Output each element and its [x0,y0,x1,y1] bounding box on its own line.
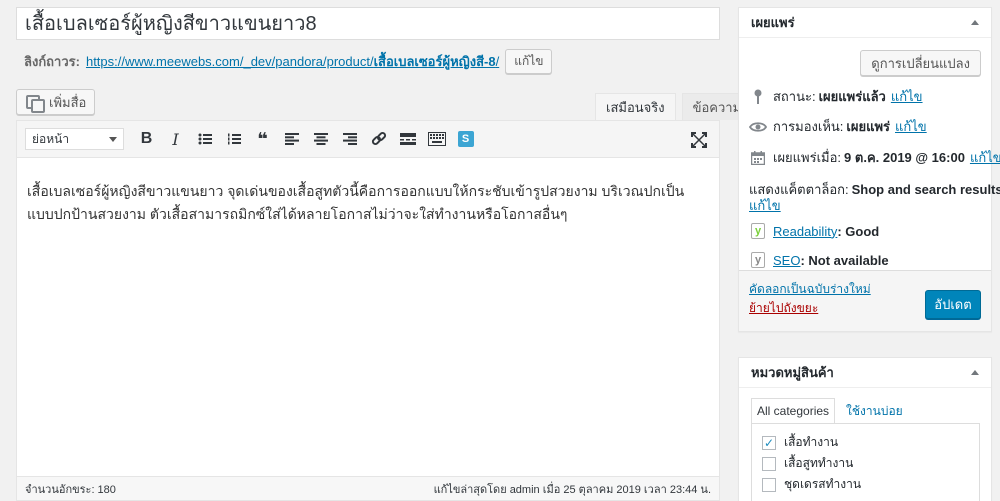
edit-catalog-link[interactable]: แก้ไข [749,195,781,216]
category-item[interactable]: เสื้อสูททำงาน [762,453,969,474]
format-select-value: ย่อหน้า [32,131,70,146]
catalog-visibility-value: Shop and search results [851,182,1000,197]
tab-most-used[interactable]: ใช้งานบ่อย [841,398,908,424]
category-item[interactable]: ✓ เสื้อทำงาน [762,432,969,453]
readability-value: : Good [837,223,880,239]
copy-to-draft-link[interactable]: คัดลอกเป็นฉบับร่างใหม่ [749,280,871,299]
toolbar-toggle-icon[interactable] [422,125,451,153]
read-more-icon[interactable] [393,125,422,153]
permalink-link[interactable]: https://www.meewebs.com/_dev/pandora/pro… [86,51,499,72]
word-count: จำนวนอักขระ: 180 [25,483,116,496]
shortcode-glyph: S [457,131,474,147]
shortcode-s-icon[interactable]: S [451,125,480,153]
catalog-edit-row: แก้ไข [749,195,781,216]
calendar-icon [749,150,767,166]
update-button[interactable]: อัปเดต [925,290,981,319]
status-row: สถานะ: เผยแพร่แล้ว แก้ไข [749,86,923,107]
bold-icon[interactable]: B [132,125,161,153]
align-center-icon[interactable] [306,125,335,153]
editor-tabs: เสมือนจริง ข้อความ [589,93,753,120]
publish-box-header[interactable]: เผยแพร่ [739,8,991,38]
last-edited: แก้ไขล่าสุดโดย admin เมื่อ 25 ตุลาคม 201… [433,483,711,496]
quote-glyph: ❝ [257,128,268,149]
italic-glyph: I [172,129,179,149]
add-media-button[interactable]: เพิ่มสื่อ [16,89,96,115]
checkmark-icon: ✓ [763,435,775,450]
publish-box-title: เผยแพร่ [751,15,795,30]
tab-visual[interactable]: เสมือนจริง [595,93,676,120]
categories-box-title: หมวดหมู่สินค้า [751,365,834,380]
collapse-toggle-icon[interactable] [971,370,979,375]
bullet-list-icon[interactable] [190,125,219,153]
status-label: สถานะ: [773,89,816,104]
category-checkbox[interactable] [762,456,776,471]
category-checkbox[interactable] [762,477,776,492]
bold-glyph: B [140,130,153,147]
italic-icon[interactable]: I [161,125,190,153]
publish-date-label: เผยแพร่เมื่อ: [773,150,842,165]
editor-statusbar: จำนวนอักขระ: 180 แก้ไขล่าสุดโดย admin เม… [17,476,719,500]
edit-date-link[interactable]: แก้ไข [970,147,1000,168]
editor-content[interactable]: เสื้อเบลเซอร์ผู้หญิงสีขาวแขนยาว จุดเด่นข… [17,158,719,236]
seo-link[interactable]: SEO [773,253,800,268]
editor: ย่อหน้า B I ❝ S เสื้อเบลเซอร์ผู้หญิงสีขา… [16,120,720,501]
seo-row: y SEO : Not available [749,252,889,268]
catalog-visibility-row: แสดงแค็ตตาล็อก: Shop and search results [749,179,1000,200]
permalink-row: ลิงก์ถาวร: https://www.meewebs.com/_dev/… [24,48,553,74]
category-tabs: All categories ใช้งานบ่อย [751,398,908,424]
category-label: เสื้อสูททำงาน [784,456,854,470]
format-select[interactable]: ย่อหน้า [25,128,124,150]
permalink-tail: / [495,53,500,69]
media-icon [25,94,45,113]
readability-link[interactable]: Readability [773,224,837,239]
publish-date-value: 9 ต.ค. 2019 @ 16:00 [844,150,965,165]
eye-icon [749,119,767,135]
visibility-value: เผยแพร่ [846,119,890,134]
visibility-label: การมองเห็น: [773,119,844,134]
move-to-trash-link[interactable]: ย้ายไปถังขยะ [749,299,818,318]
edit-slug-button[interactable]: แก้ไข [505,48,553,74]
category-label: ชุดเดรสทำงาน [784,477,862,491]
visibility-row: การมองเห็น: เผยแพร่ แก้ไข [749,116,927,137]
collapse-toggle-icon[interactable] [971,20,979,25]
pin-icon [749,89,767,105]
publish-actions: คัดลอกเป็นฉบับร่างใหม่ ย้ายไปถังขยะ อัปเ… [739,270,991,331]
link-icon[interactable] [364,125,393,153]
fullscreen-icon[interactable] [684,126,713,154]
category-label: เสื้อทำงาน [784,435,839,449]
chevron-down-icon [109,136,117,142]
permalink-slug: เสื้อเบลเซอร์ผู้หญิงสี-8 [373,53,496,69]
align-right-icon[interactable] [335,125,364,153]
tab-all-categories[interactable]: All categories [751,398,836,424]
numbered-list-icon[interactable] [219,125,248,153]
align-left-icon[interactable] [277,125,306,153]
yoast-readability-icon: y [749,223,767,239]
yoast-glyph: y [751,223,765,239]
preview-changes-button[interactable]: ดูการเปลี่ยนแปลง [860,50,981,76]
permalink-label: ลิงก์ถาวร: [24,53,80,69]
edit-status-link[interactable]: แก้ไข [891,86,923,107]
add-media-label: เพิ่มสื่อ [49,94,87,110]
category-checkbox[interactable]: ✓ [762,435,776,450]
permalink-base: https://www.meewebs.com/_dev/pandora/pro… [85,53,374,69]
seo-value: : Not available [800,252,889,268]
yoast-glyph: y [751,252,765,268]
publish-date-row: เผยแพร่เมื่อ: 9 ต.ค. 2019 @ 16:00 แก้ไข [749,147,1000,168]
editor-toolbar: ย่อหน้า B I ❝ S [17,121,719,158]
blockquote-icon[interactable]: ❝ [248,125,277,153]
post-title-input[interactable]: เสื้อเบลเซอร์ผู้หญิงสีขาวแขนยาว8 [16,7,720,40]
category-checklist: ✓ เสื้อทำงาน เสื้อสูททำงาน ชุดเดรสทำงาน [751,423,980,501]
readability-row: y Readability : Good [749,223,879,239]
edit-visibility-link[interactable]: แก้ไข [895,116,927,137]
categories-box-header[interactable]: หมวดหมู่สินค้า [739,358,991,388]
status-value: เผยแพร่แล้ว [818,89,886,104]
product-categories-box: หมวดหมู่สินค้า All categories ใช้งานบ่อย… [738,357,992,501]
yoast-seo-icon: y [749,252,767,268]
category-item[interactable]: ชุดเดรสทำงาน [762,474,969,495]
publish-box: เผยแพร่ ดูการเปลี่ยนแปลง สถานะ: เผยแพร่แ… [738,7,1000,332]
